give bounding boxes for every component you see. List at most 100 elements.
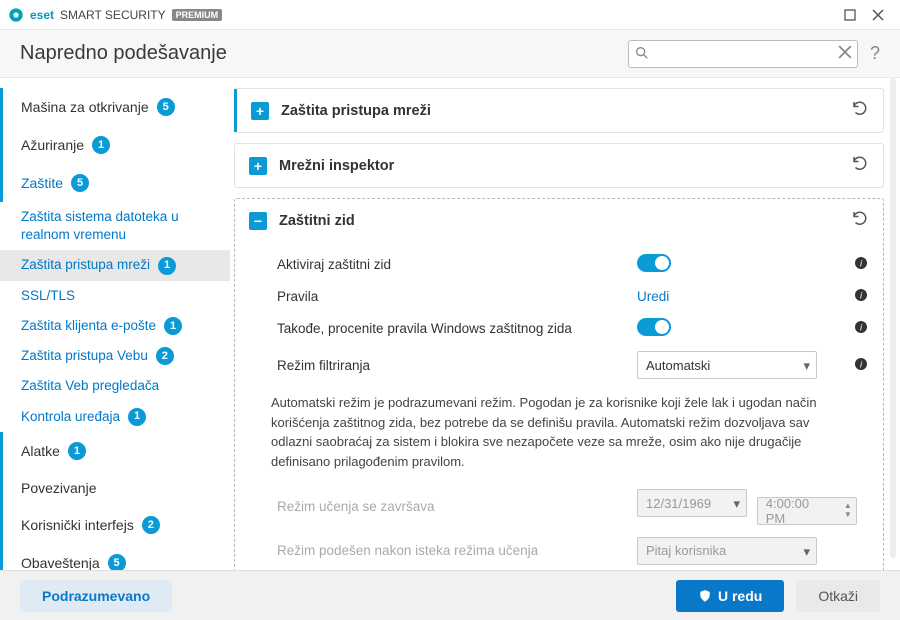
sidebar-item-ui[interactable]: Korisnički interfejs 2: [0, 506, 230, 544]
row-rules: Pravila Uredi i: [271, 281, 875, 312]
sidebar-item-tools[interactable]: Alatke 1: [0, 432, 230, 470]
time-value: 4:00:00 PM: [766, 496, 832, 526]
search-input[interactable]: [628, 40, 858, 68]
panel-firewall: Zaštitni zid Aktiviraj zaštitni zid i Pr…: [234, 198, 884, 570]
edit-rules-link[interactable]: Uredi: [637, 289, 669, 304]
eset-logo-icon: [8, 7, 24, 23]
header: Napredno podešavanje ?: [0, 30, 900, 78]
undo-icon: [851, 154, 869, 172]
row-learn-end: Režim učenja se završava 12/31/1969 ▾ 4:…: [271, 483, 875, 531]
brand-tier: PREMIUM: [172, 9, 223, 21]
setting-label: Aktiviraj zaštitni zid: [277, 257, 637, 272]
panel-title: Mrežni inspektor: [279, 158, 839, 174]
toggle-enable-firewall[interactable]: [637, 254, 671, 272]
row-after-learn: Režim podešen nakon isteka režima učenja…: [271, 531, 875, 571]
badge: 5: [71, 174, 89, 192]
sidebar-item-detection-engine[interactable]: Mašina za otkrivanje 5: [0, 88, 230, 126]
help-button[interactable]: ?: [870, 43, 880, 64]
panel-title: Zaštitni zid: [279, 213, 839, 229]
undo-icon: [851, 99, 869, 117]
window-close-button[interactable]: [864, 1, 892, 29]
info-button[interactable]: i: [853, 319, 869, 338]
sidebar-item-label: Zaštita sistema datoteka u realnom vreme…: [21, 208, 212, 244]
badge: 2: [142, 516, 160, 534]
collapse-icon: [249, 212, 267, 230]
sidebar-item-label: Mašina za otkrivanje: [21, 99, 149, 115]
shield-icon: [698, 589, 712, 603]
select-value: Automatski: [646, 358, 710, 373]
info-button[interactable]: i: [853, 356, 869, 375]
date-learn-end: 12/31/1969 ▾: [637, 489, 747, 517]
panel-head-network-inspector[interactable]: Mrežni inspektor: [235, 144, 883, 187]
cancel-button[interactable]: Otkaži: [796, 580, 880, 612]
sidebar-item-label: Kontrola uređaja: [21, 408, 120, 426]
select-after-learn: Pitaj korisnika ▾: [637, 537, 817, 565]
badge: 1: [164, 317, 182, 335]
info-icon: i: [853, 287, 869, 303]
default-button[interactable]: Podrazumevano: [20, 580, 172, 612]
sidebar-item-label: Obaveštenja: [21, 555, 100, 570]
panel-network-inspector: Mrežni inspektor: [234, 143, 884, 188]
setting-label: Takođe, procenite pravila Windows zaštit…: [277, 321, 637, 336]
undo-button[interactable]: [851, 209, 869, 232]
sidebar-item-label: Zaštita pristupa mreži: [21, 256, 150, 274]
sidebar-item-label: Zaštita Veb pregledača: [21, 377, 159, 395]
undo-button[interactable]: [851, 154, 869, 177]
sidebar-item-protections[interactable]: Zaštite 5: [0, 164, 230, 202]
chevron-down-icon: ▾: [733, 496, 740, 512]
undo-button[interactable]: [851, 99, 869, 122]
sidebar-sub-web-access[interactable]: Zaštita pristupa Vebu 2: [0, 341, 230, 371]
sidebar-item-label: Zaštita pristupa Vebu: [21, 347, 148, 365]
sidebar-item-notifications[interactable]: Obaveštenja 5: [0, 544, 230, 570]
sidebar-sub-email-client[interactable]: Zaštita klijenta e-pošte 1: [0, 311, 230, 341]
row-filter-mode: Režim filtriranja Automatski ▾ i: [271, 345, 875, 385]
badge: 5: [157, 98, 175, 116]
ok-label: U redu: [718, 588, 762, 604]
undo-icon: [851, 209, 869, 227]
info-button[interactable]: i: [853, 287, 869, 306]
sidebar-sub-ssl-tls[interactable]: SSL/TLS: [0, 281, 230, 311]
titlebar: eset SMART SECURITY PREMIUM: [0, 0, 900, 30]
time-learn-end: 4:00:00 PM ▲▼: [757, 497, 857, 525]
scrollbar[interactable]: [890, 78, 896, 558]
row-windows-rules: Takođe, procenite pravila Windows zaštit…: [271, 312, 875, 345]
toggle-windows-rules[interactable]: [637, 318, 671, 336]
info-button[interactable]: i: [853, 255, 869, 274]
square-icon: [844, 9, 856, 21]
sidebar-item-label: Alatke: [21, 443, 60, 459]
badge: 1: [158, 257, 176, 275]
badge: 2: [156, 347, 174, 365]
main-content: Zaštita pristupa mreži Mrežni inspektor …: [230, 78, 900, 570]
sidebar: Mašina za otkrivanje 5 Ažuriranje 1 Zašt…: [0, 78, 230, 570]
panel-network-access: Zaštita pristupa mreži: [234, 88, 884, 133]
sidebar-item-label: Korisnički interfejs: [21, 517, 134, 533]
sidebar-item-connectivity[interactable]: Povezivanje: [0, 470, 230, 506]
panel-head-network-access[interactable]: Zaštita pristupa mreži: [234, 89, 883, 132]
sidebar-sub-browser-protection[interactable]: Zaštita Veb pregledača: [0, 371, 230, 401]
window-maximize-button[interactable]: [836, 1, 864, 29]
setting-label: Režim podešen nakon isteka režima učenja: [277, 543, 637, 558]
setting-label: Pravila: [277, 289, 637, 304]
panel-head-firewall[interactable]: Zaštitni zid: [235, 199, 883, 242]
sidebar-sub-network-access[interactable]: Zaštita pristupa mreži 1: [0, 250, 230, 280]
sidebar-item-label: Povezivanje: [21, 480, 97, 496]
select-filter-mode[interactable]: Automatski ▾: [637, 351, 817, 379]
info-icon: i: [853, 319, 869, 335]
ok-button[interactable]: U redu: [676, 580, 784, 612]
chevron-down-icon: ▾: [803, 544, 810, 560]
badge: 1: [128, 408, 146, 426]
search-clear-button[interactable]: [838, 45, 852, 64]
search-icon: [634, 45, 650, 66]
page-title: Napredno podešavanje: [20, 42, 227, 65]
chevron-down-icon: ▾: [803, 358, 810, 374]
sidebar-item-label: SSL/TLS: [21, 287, 75, 305]
panel-title: Zaštita pristupa mreži: [281, 103, 839, 119]
sidebar-sub-realtime-fs[interactable]: Zaštita sistema datoteka u realnom vreme…: [0, 202, 230, 250]
info-icon: i: [853, 356, 869, 372]
sidebar-item-label: Ažuriranje: [21, 137, 84, 153]
sidebar-sub-device-control[interactable]: Kontrola uređaja 1: [0, 402, 230, 432]
sidebar-item-label: Zaštita klijenta e-pošte: [21, 317, 156, 335]
select-value: Pitaj korisnika: [646, 543, 726, 558]
info-icon: i: [853, 255, 869, 271]
sidebar-item-update[interactable]: Ažuriranje 1: [0, 126, 230, 164]
